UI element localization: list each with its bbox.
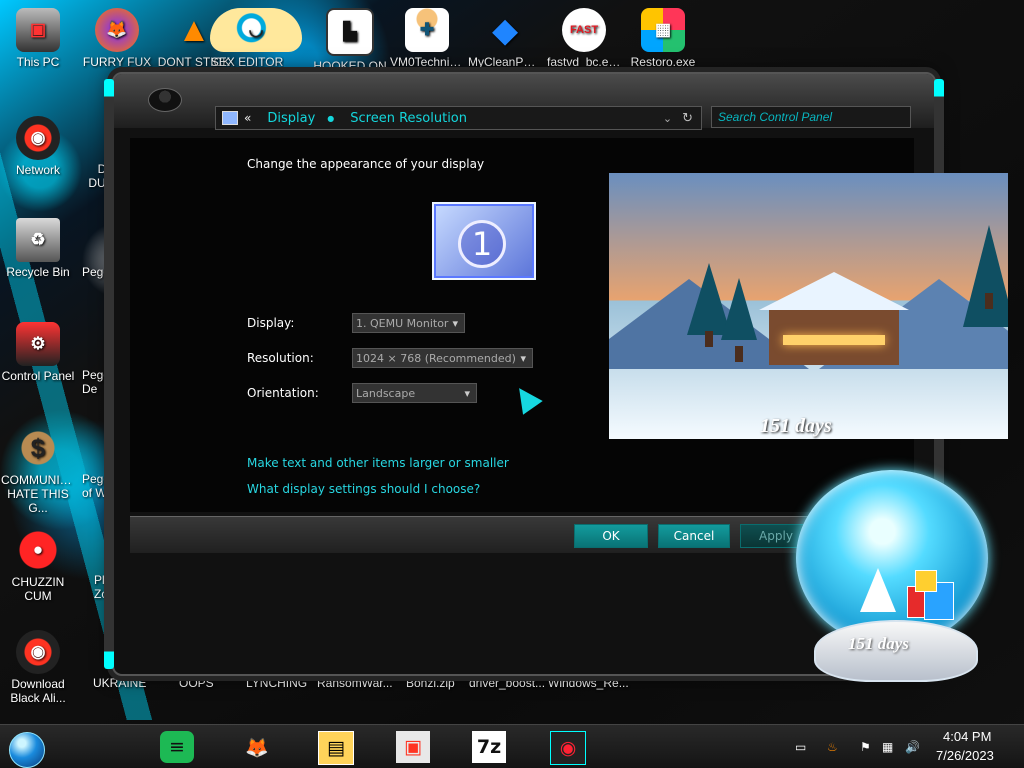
java-icon[interactable]: ♨: [827, 740, 838, 754]
desktop-icon-label: fastvd_bc.exe: [547, 55, 621, 69]
desktop-bottom-label-driver-booster[interactable]: driver_boost...: [469, 676, 545, 690]
recycle-bin-icon: ♻: [16, 218, 60, 262]
start-button[interactable]: [9, 732, 45, 768]
flag-icon[interactable]: ⚑: [860, 740, 871, 754]
desktop-bottom-label-oops[interactable]: OOPS: [179, 676, 214, 690]
firefox-icon[interactable]: 🦊: [240, 731, 274, 763]
monitor-preview[interactable]: 1: [432, 202, 536, 280]
network-connection-icon[interactable]: ▦: [882, 740, 893, 754]
display-icon: [222, 111, 238, 125]
pixel-shortcut-icon: ▙: [326, 8, 374, 56]
alien-logo-icon: [148, 88, 182, 112]
globe-tree: [860, 568, 896, 652]
spotify-icon[interactable]: ≡: [160, 731, 194, 763]
pine-tree: [963, 225, 1008, 327]
taskbar: ≡ 🦊 ▤ ▣ 7z ◉ ▭ ♨ ⚑ ▦ 🔊 4:04 PM 7/26/2023: [0, 724, 1024, 768]
snowglobe-widget: 151 days: [796, 470, 992, 688]
volume-icon[interactable]: 🔊: [905, 740, 920, 754]
desktop-icon-label: Recycle Bin: [6, 265, 70, 279]
orientation-select[interactable]: Landscape: [352, 383, 477, 404]
snowglobe-days-counter: 151 days: [848, 634, 909, 653]
resolution-select[interactable]: 1024 × 768 (Recommended): [352, 348, 533, 369]
desktop-icon-chuzzin-cum[interactable]: ● CHUZZIN CUM: [1, 528, 75, 603]
money-bag-icon: $: [16, 426, 60, 470]
desktop-icon-label: CHUZZIN CUM: [11, 575, 65, 603]
desktop-icon-label: Network: [15, 163, 60, 177]
desktop-icon-download-black-alien[interactable]: ◉ Download Black Ali...: [1, 630, 75, 705]
orientation-label: Orientation:: [247, 386, 319, 400]
desktop-icon-label: Restoro.exe: [630, 55, 696, 69]
cancel-button[interactable]: Cancel: [658, 524, 730, 548]
desktop-icon-control-panel[interactable]: ⚙ Control Panel: [1, 322, 75, 383]
desktop-bottom-label-windows-repair[interactable]: Windows_Re...: [548, 676, 629, 690]
alienware-display-icon[interactable]: ◉: [550, 731, 586, 765]
desktop-icon-label: FURRY FUX: [82, 55, 152, 69]
alien-download-icon: ◉: [16, 630, 60, 674]
clock-time[interactable]: 4:04 PM: [943, 729, 991, 744]
desktop-icon-this-pc[interactable]: ▣ This PC: [1, 8, 75, 69]
control-panel-task-icon[interactable]: ▣: [396, 731, 430, 763]
desktop-bottom-label-ukraine[interactable]: UKRAINE: [93, 676, 146, 690]
desktop-bottom-label-ransomware[interactable]: RansomWar...: [317, 676, 393, 690]
breadcrumb-display[interactable]: Display: [267, 111, 315, 126]
network-icon: ◉: [16, 116, 60, 160]
gift-icon: [915, 570, 937, 592]
doctor-icon: ✚: [405, 8, 449, 52]
text-size-link[interactable]: Make text and other items larger or smal…: [247, 456, 509, 470]
desktop-icon-fastvd[interactable]: FAST fastvd_bc.exe: [547, 8, 621, 69]
window-titlebar[interactable]: « Display ● Screen Resolution ⌄ ↻ Search…: [114, 74, 934, 130]
desktop-icon-mycleanpc[interactable]: ◆ MyCleanPCIn...: [468, 8, 542, 69]
desktop-icon-vm0technic[interactable]: ✚ VM0Technic...: [390, 8, 464, 69]
desktop: ▣ This PC 🦊 FURRY FUX ▲ DONT STICK ◡ SEX…: [0, 0, 1024, 768]
red-creature-icon: ●: [16, 528, 60, 572]
display-label: Display:: [247, 316, 295, 330]
monitor-number: 1: [458, 220, 506, 268]
desktop-icon-restoro[interactable]: ▦ Restoro.exe: [626, 8, 700, 69]
desktop-icon-network[interactable]: ◉ Network: [1, 116, 75, 177]
search-input[interactable]: Search Control Panel: [711, 106, 911, 128]
desktop-icon-label: This PC: [16, 55, 60, 69]
resolution-label: Resolution:: [247, 351, 314, 365]
desktop-icon-communists[interactable]: $ COMMUNISTS HATE THIS G...: [1, 426, 75, 515]
desktop-icon-label: Control Panel: [1, 369, 75, 383]
refresh-icon[interactable]: ↻: [682, 111, 693, 126]
cursor-arrow-icon: [509, 381, 543, 415]
restoro-icon: ▦: [641, 8, 685, 52]
desktop-icon-label: SEX EDITOR: [210, 55, 284, 69]
desktop-icon-recycle-bin[interactable]: ♻ Recycle Bin: [1, 218, 75, 279]
desktop-bottom-label-bonzi[interactable]: Bonzi.zip: [406, 676, 455, 690]
shield-icon: ◆: [492, 12, 518, 48]
desktop-icon-furry-fux[interactable]: 🦊 FURRY FUX: [80, 8, 154, 69]
seven-zip-icon[interactable]: 7z: [472, 731, 506, 763]
back-forward-arrows-icon[interactable]: «: [244, 111, 251, 125]
clock-date[interactable]: 7/26/2023: [936, 748, 994, 763]
ok-button[interactable]: OK: [574, 524, 648, 548]
network-tray-icon[interactable]: ▭: [795, 740, 806, 754]
winter-countdown-photo: 151 days: [609, 173, 1008, 439]
this-pc-icon: ▣: [16, 8, 60, 52]
snow-cabin: [759, 272, 909, 365]
file-explorer-icon[interactable]: ▤: [318, 731, 354, 765]
cartoon-face-icon: ◡: [210, 8, 302, 52]
fast-video-downloader-icon: FAST: [562, 8, 606, 52]
desktop-icon-hooked-on[interactable]: ▙ HOOKED ON: [313, 8, 387, 73]
breadcrumb-screen-resolution[interactable]: Screen Resolution: [350, 111, 467, 126]
desktop-icon-label: COMMUNISTS HATE THIS G...: [1, 473, 75, 515]
desktop-icon-label: VM0Technic...: [390, 55, 464, 69]
breadcrumb[interactable]: « Display ● Screen Resolution ⌄ ↻: [215, 106, 702, 130]
page-title: Change the appearance of your display: [247, 157, 485, 171]
control-panel-icon: ⚙: [16, 322, 60, 366]
display-select[interactable]: 1. QEMU Monitor: [352, 313, 465, 334]
breadcrumb-separator-icon: ●: [327, 113, 335, 123]
photo-days-counter: 151 days: [760, 415, 832, 437]
desktop-bottom-label-lynching[interactable]: LYNCHING: [246, 676, 307, 690]
chevron-down-icon[interactable]: ⌄: [663, 112, 672, 125]
pine-tree: [721, 278, 757, 362]
desktop-icon-label: Download Black Ali...: [10, 677, 66, 705]
desktop-icon-sex-editor[interactable]: ◡ SEX EDITOR: [210, 8, 302, 69]
desktop-icon-label: HOOKED ON: [313, 59, 387, 73]
desktop-icon-label: MyCleanPCIn...: [468, 55, 542, 69]
firefox-icon: 🦊: [95, 8, 139, 52]
display-settings-help-link[interactable]: What display settings should I choose?: [247, 482, 480, 496]
